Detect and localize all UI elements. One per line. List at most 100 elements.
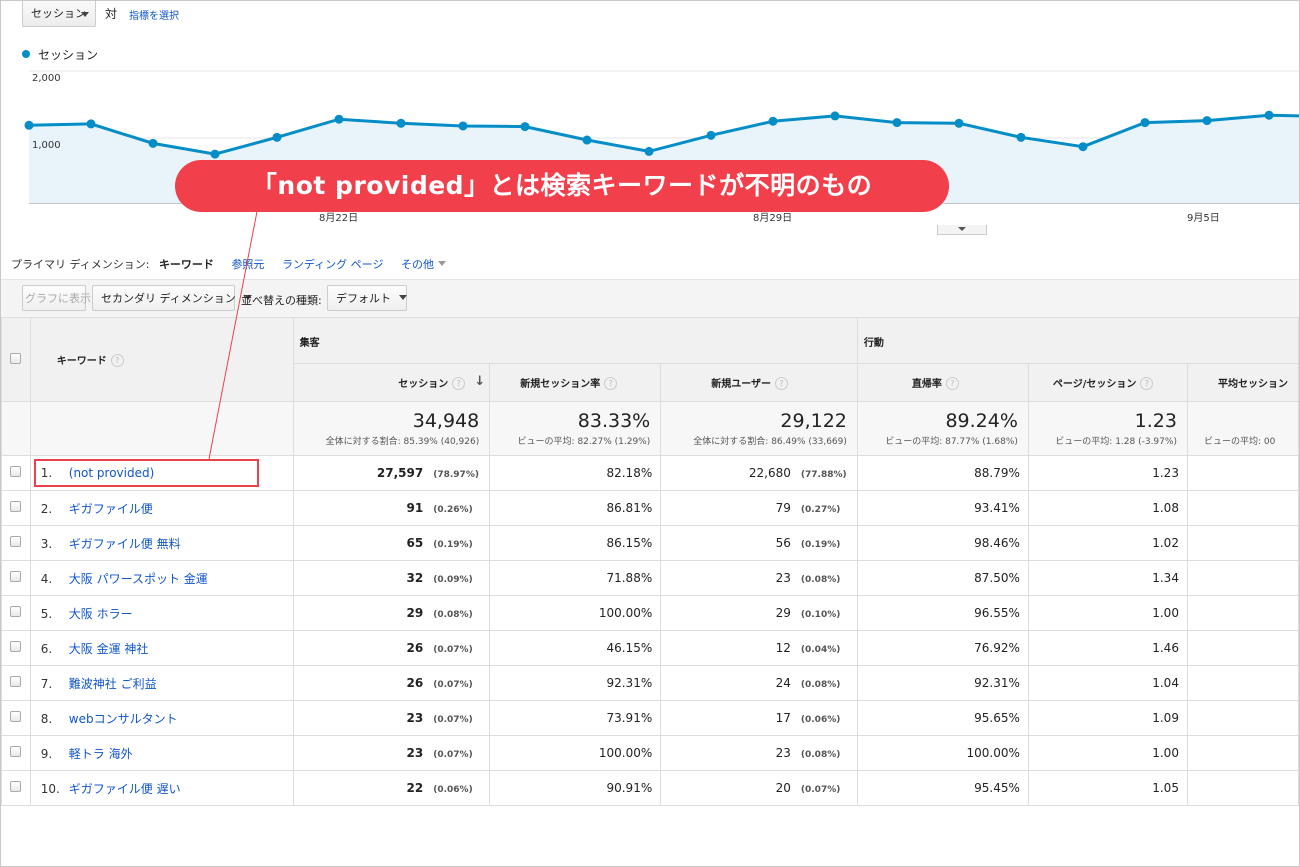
keyword-column-header[interactable]: キーワード?: [29, 317, 294, 402]
data-point[interactable]: [148, 138, 158, 148]
data-point[interactable]: [892, 118, 902, 128]
data-point[interactable]: [272, 132, 282, 142]
data-point[interactable]: [1140, 118, 1150, 128]
data-point[interactable]: [1016, 132, 1026, 142]
pages-per-session-cell: 1.00: [1027, 595, 1188, 631]
sessions-cell: 26 (0.07%): [292, 630, 491, 666]
data-point[interactable]: [458, 121, 468, 131]
sort-type-dropdown[interactable]: デフォルト: [327, 285, 407, 311]
row-checkbox[interactable]: [10, 536, 22, 547]
secondary-dimension-dropdown[interactable]: セカンダリ ディメンション: [92, 285, 252, 311]
help-icon[interactable]: ?: [110, 354, 124, 367]
chevron-down-icon: [437, 261, 446, 266]
chevron-down-icon: [81, 12, 89, 17]
secondary-dimension-label: セカンダリ ディメンション: [101, 292, 236, 305]
bounce-rate-cell: 93.41%: [856, 490, 1029, 526]
row-checkbox[interactable]: [10, 606, 22, 617]
sessions-column-header[interactable]: セッション? ↓: [292, 363, 491, 402]
new-users-value: 24: [775, 676, 791, 690]
keyword-link[interactable]: 大阪 金運 神社: [69, 642, 149, 656]
row-number: 9.: [40, 746, 53, 761]
row-number: 3.: [40, 536, 53, 551]
table-row: 6. 大阪 金運 神社 26 (0.07%) 46.15% 12 (0.04%) 76.92%…: [1, 630, 1299, 666]
keyword-link[interactable]: 軽トラ 海外: [69, 747, 133, 761]
data-point[interactable]: [582, 135, 592, 145]
totals-cell: ビューの平均: 00: [1186, 401, 1299, 456]
help-icon[interactable]: ?: [775, 377, 789, 390]
new-users-percent: (0.07%): [800, 785, 841, 795]
row-select-cell: [1, 455, 31, 491]
new-users-percent: (0.08%): [800, 680, 841, 690]
keyword-link[interactable]: 大阪 ホラー: [69, 607, 133, 621]
row-checkbox[interactable]: [10, 501, 22, 512]
data-point[interactable]: [1264, 110, 1274, 120]
totals-empty-cell: [1, 401, 31, 456]
keyword-link[interactable]: 難波神社 ご利益: [69, 677, 157, 691]
pages-per-session-cell: 1.23: [1027, 455, 1188, 491]
table-row: 4. 大阪 パワースポット 金運 32 (0.09%) 71.88% 23 (0.08%) 8…: [1, 560, 1299, 596]
annotation-callout: 「not provided」とは検索キーワードが不明のもの: [175, 160, 949, 212]
keyword-link[interactable]: ギガファイル便 遅い: [69, 782, 181, 796]
keyword-link[interactable]: webコンサルタント: [69, 712, 178, 726]
row-checkbox[interactable]: [10, 781, 22, 792]
sessions-cell: 65 (0.19%): [292, 525, 491, 561]
tab-source[interactable]: 参照元: [231, 258, 264, 271]
data-point[interactable]: [954, 118, 964, 128]
select-all-checkbox[interactable]: [10, 352, 22, 364]
data-point[interactable]: [210, 149, 220, 159]
data-point[interactable]: [396, 118, 406, 128]
keyword-link[interactable]: 大阪 パワースポット 金運: [69, 572, 208, 586]
data-point[interactable]: [1202, 116, 1212, 126]
new-sessions-rate-column-header[interactable]: 新規セッション率?: [489, 363, 662, 402]
tab-other-label: その他: [400, 258, 434, 271]
pages-per-session-column-header[interactable]: ページ/セッション?: [1027, 363, 1188, 402]
row-checkbox[interactable]: [10, 676, 22, 687]
data-point[interactable]: [24, 120, 34, 130]
new-users-value: 23: [775, 571, 791, 585]
data-point[interactable]: [706, 130, 716, 140]
bounce-rate-cell: 87.50%: [856, 560, 1029, 596]
avg-session-column-header[interactable]: 平均セッション: [1186, 363, 1299, 402]
row-checkbox[interactable]: [10, 641, 22, 652]
row-checkbox[interactable]: [10, 571, 22, 582]
data-point[interactable]: [830, 111, 840, 121]
metric-dropdown[interactable]: セッション: [22, 1, 96, 27]
help-icon[interactable]: ?: [1140, 377, 1154, 390]
sessions-value: 29: [406, 606, 424, 620]
new-users-percent: (0.06%): [800, 715, 841, 725]
bounce-rate-column-header[interactable]: 直帰率?: [856, 363, 1029, 402]
new-users-value: 20: [775, 781, 791, 795]
keyword-link[interactable]: ギガファイル便: [69, 502, 153, 516]
row-checkbox[interactable]: [10, 466, 22, 477]
new-sessions-rate-cell: 71.88%: [489, 560, 662, 596]
sessions-value: 26: [406, 641, 424, 655]
sessions-percent: (0.09%): [433, 575, 473, 585]
new-sessions-rate-cell: 100.00%: [489, 735, 662, 771]
new-sessions-rate-cell: 86.81%: [489, 490, 662, 526]
row-checkbox[interactable]: [10, 711, 22, 722]
keyword-link[interactable]: (not provided): [69, 466, 155, 480]
help-icon[interactable]: ?: [604, 377, 618, 390]
new-users-percent: (0.10%): [800, 610, 841, 620]
data-point[interactable]: [644, 146, 654, 156]
data-point[interactable]: [334, 114, 344, 124]
tab-other[interactable]: その他: [401, 258, 460, 271]
help-icon[interactable]: ?: [945, 377, 959, 390]
data-point[interactable]: [86, 119, 96, 129]
select-metric-link[interactable]: 指標を選択: [129, 7, 179, 22]
row-checkbox[interactable]: [10, 746, 22, 757]
data-point[interactable]: [768, 116, 778, 126]
tab-landing-page[interactable]: ランディング ページ: [282, 258, 384, 271]
data-point[interactable]: [1078, 142, 1088, 152]
row-select-cell: [1, 525, 31, 561]
totals-empty-cell: [29, 401, 294, 456]
plot-rows-button[interactable]: グラフに表示: [22, 285, 91, 311]
help-icon[interactable]: ?: [452, 377, 466, 390]
tab-keyword[interactable]: キーワード: [159, 258, 214, 271]
new-users-column-header[interactable]: 新規ユーザー?: [660, 363, 858, 402]
bounce-rate-cell: 100.00%: [856, 735, 1029, 771]
data-point[interactable]: [520, 122, 530, 132]
keyword-link[interactable]: ギガファイル便 無料: [69, 537, 181, 551]
chart-collapse-toggle[interactable]: [937, 225, 987, 235]
table-row: 8. webコンサルタント 23 (0.07%) 73.91% 17 (0.06%) 95.6…: [1, 700, 1299, 736]
